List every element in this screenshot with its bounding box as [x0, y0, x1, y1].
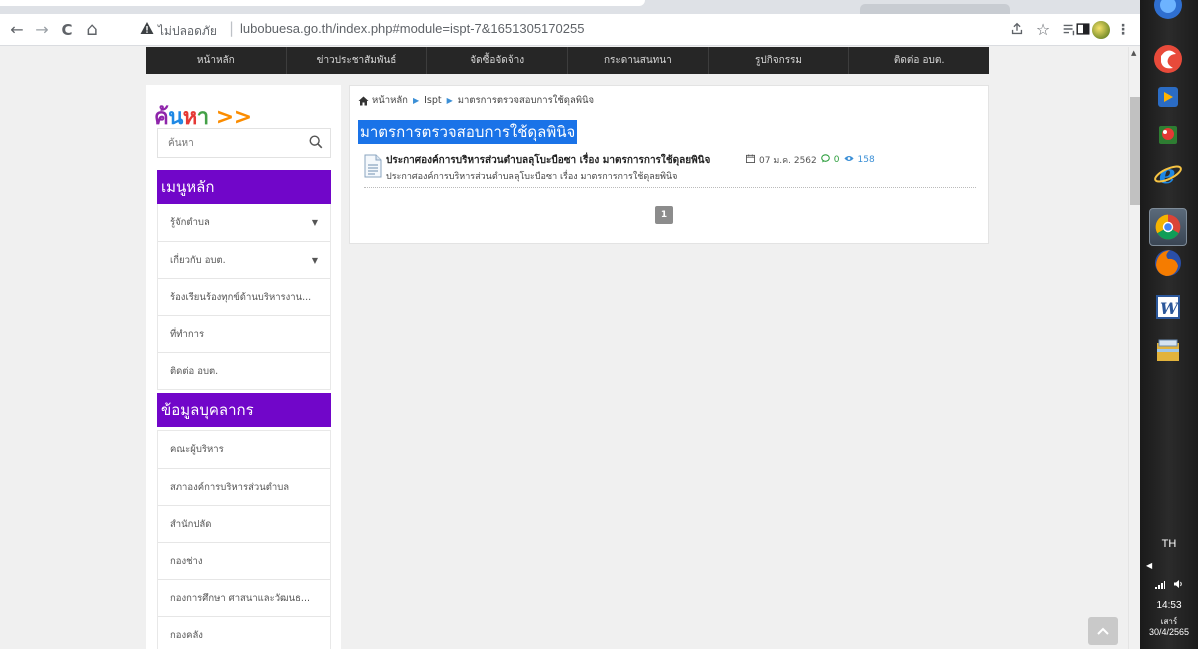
network-signal-icon[interactable]	[1154, 581, 1168, 592]
main-menu-list: รู้จักตำบล ▼ เกี่ยวกับ อบต. ▼ ร้องเรียนร้อ…	[157, 204, 331, 390]
pagination-page-1[interactable]: 1	[655, 206, 673, 224]
app-icon[interactable]	[1151, 118, 1185, 152]
back-to-top-button[interactable]	[1088, 617, 1118, 645]
active-tab[interactable]	[0, 0, 645, 6]
top-navigation: หน้าหลัก ข่าวประชาสัมพันธ์ จัดซื้อจัดจ้า…	[146, 47, 989, 74]
list-item[interactable]: ประกาศองค์การบริหารส่วนตำบลลุโบะบือซา เร…	[364, 152, 976, 188]
tray-expand-arrow-icon[interactable]: ◀	[1140, 561, 1198, 570]
sidebar: ค้นหา >> เมนูหลัก รู้จักตำบล ▼ เกี่ยวกับ …	[146, 85, 341, 649]
page-title: มาตรการตรวจสอบการใช้ดุลพินิจ	[358, 120, 578, 144]
media-player-icon[interactable]	[1151, 42, 1185, 76]
volume-icon[interactable]	[1173, 580, 1183, 592]
address-bar[interactable]: ไม่ปลอดภัย | lubobuesa.go.th/index.php#m…	[132, 18, 1002, 42]
calendar-icon	[746, 154, 755, 166]
breadcrumb-ispt[interactable]: Ispt	[424, 95, 442, 106]
search-heading-part: ค้	[154, 105, 169, 130]
not-secure-label[interactable]: ไม่ปลอดภัย	[158, 22, 217, 41]
back-button[interactable]: ←	[8, 21, 26, 39]
breadcrumb-home[interactable]: หน้าหลัก	[372, 93, 408, 108]
search-heading-part: น	[168, 105, 183, 130]
nav-home[interactable]: หน้าหลัก	[146, 47, 287, 74]
caret-down-icon[interactable]: ▼	[312, 242, 318, 278]
language-indicator[interactable]: TH	[1140, 538, 1198, 550]
entry-meta: 07 ม.ค. 2562 0 158	[746, 153, 875, 167]
search-heading-part: า	[196, 105, 209, 130]
share-icon[interactable]	[1008, 21, 1026, 39]
caret-down-icon[interactable]: ▼	[312, 204, 318, 241]
search-heading-part: ห	[182, 105, 198, 130]
search-heading-part: >>	[208, 105, 252, 130]
document-icon	[364, 154, 382, 178]
home-button[interactable]: ⌂	[83, 21, 101, 39]
menu-item-label: รู้จักตำบล	[170, 217, 210, 228]
menu-item-education[interactable]: กองการศึกษา ศาสนาและวัฒนธ...	[158, 579, 330, 616]
view-count: 158	[857, 155, 875, 165]
clock-date[interactable]: 30/4/2565	[1140, 627, 1198, 637]
bookmark-star-icon[interactable]: ☆	[1034, 21, 1052, 39]
tray-icons	[1140, 579, 1198, 592]
breadcrumb-arrow-icon: ▶	[446, 96, 453, 105]
word-icon[interactable]: W	[1151, 290, 1185, 324]
main-content: หน้าหลัก ▶ Ispt ▶ มาตรการตรวจสอบการใช้ดุ…	[349, 85, 989, 244]
menu-item-about-subdistrict[interactable]: รู้จักตำบล ▼	[158, 204, 330, 241]
breadcrumb-arrow-icon: ▶	[412, 96, 420, 105]
nav-gallery[interactable]: รูปกิจกรรม	[709, 47, 850, 74]
file-manager-icon[interactable]	[1151, 334, 1185, 368]
menu-item-finance[interactable]: กองคลัง	[158, 616, 330, 649]
nav-news[interactable]: ข่าวประชาสัมพันธ์	[287, 47, 428, 74]
clock-time[interactable]: 14:53	[1140, 600, 1198, 611]
page-viewport: หน้าหลัก ข่าวประชาสัมพันธ์ จัดซื้อจัดจ้า…	[0, 47, 1128, 649]
search-box	[157, 128, 331, 158]
scroll-up-arrow-icon[interactable]: ▲	[1131, 49, 1136, 57]
breadcrumb-current: มาตรการตรวจสอบการใช้ดุลพินิจ	[457, 95, 595, 106]
app-icon[interactable]	[1151, 0, 1185, 22]
nav-procurement[interactable]: จัดซื้อจัดจ้าง	[427, 47, 569, 74]
browser-toolbar: ← → C ⌂ ไม่ปลอดภัย | lubobuesa.go.th/ind…	[0, 14, 1140, 46]
kebab-menu-icon[interactable]: ⋮	[1114, 21, 1132, 39]
warning-triangle-icon[interactable]	[140, 21, 154, 35]
comment-count: 0	[833, 155, 840, 165]
internet-explorer-icon[interactable]: e	[1151, 156, 1185, 190]
home-icon[interactable]	[358, 96, 369, 106]
menu-item-office[interactable]: ที่ทำการ	[158, 315, 330, 352]
search-icon[interactable]	[308, 134, 326, 152]
inactive-tab[interactable]	[860, 4, 1010, 14]
menu-item-clerk-office[interactable]: สำนักปลัด	[158, 505, 330, 542]
menu-item-contact[interactable]: ติดต่อ อบต.	[158, 352, 330, 389]
search-input[interactable]	[158, 129, 308, 157]
personnel-menu-list: คณะผู้บริหาร สภาองค์การบริหารส่วนตำบล สำ…	[157, 430, 331, 649]
profile-avatar[interactable]	[1092, 21, 1110, 39]
entry-description: ประกาศองค์การบริหารส่วนตำบลลุโบะบือซา เร…	[386, 172, 678, 182]
url-text[interactable]: lubobuesa.go.th/index.php#module=ispt-7&…	[240, 21, 584, 36]
chrome-icon[interactable]	[1149, 208, 1187, 246]
forward-button[interactable]: →	[33, 21, 51, 39]
svg-text:W: W	[1160, 299, 1180, 318]
eye-icon	[843, 155, 854, 165]
page-scrollbar[interactable]: ▲	[1128, 47, 1140, 649]
menu-item-about-org[interactable]: เกี่ยวกับ อบต. ▼	[158, 241, 330, 278]
comment-icon	[820, 154, 830, 166]
entry-title-link[interactable]: ประกาศองค์การบริหารส่วนตำบลลุโบะบือซา เร…	[386, 153, 710, 168]
nav-webboard[interactable]: กระดานสนทนา	[568, 47, 709, 74]
tab-strip	[0, 0, 1140, 14]
firefox-icon[interactable]	[1151, 246, 1185, 280]
main-menu-heading: เมนูหลัก	[157, 170, 331, 204]
nav-contact[interactable]: ติดต่อ อบต.	[849, 47, 989, 74]
svg-text:e: e	[1159, 160, 1176, 190]
scroll-thumb[interactable]	[1130, 97, 1140, 205]
url-separator: |	[229, 19, 235, 37]
menu-item-engineering[interactable]: กองช่าง	[158, 542, 330, 579]
breadcrumb: หน้าหลัก ▶ Ispt ▶ มาตรการตรวจสอบการใช้ดุ…	[358, 93, 594, 108]
entry-date: 07 ม.ค. 2562	[759, 156, 817, 166]
menu-item-label: เกี่ยวกับ อบต.	[170, 255, 226, 266]
windows-taskbar: e W TH ◀ 14:53 เสาร์ 30/4/2565	[1140, 0, 1198, 649]
menu-item-executives[interactable]: คณะผู้บริหาร	[158, 431, 330, 468]
reload-button[interactable]: C	[58, 21, 76, 39]
menu-item-council[interactable]: สภาองค์การบริหารส่วนตำบล	[158, 468, 330, 505]
side-panel-icon[interactable]	[1074, 21, 1092, 39]
menu-item-complaints[interactable]: ร้องเรียนร้องทุกข์ด้านบริหารงาน...	[158, 278, 330, 315]
personnel-heading: ข้อมูลบุคลากร	[157, 393, 331, 427]
mail-icon[interactable]	[1151, 80, 1185, 114]
